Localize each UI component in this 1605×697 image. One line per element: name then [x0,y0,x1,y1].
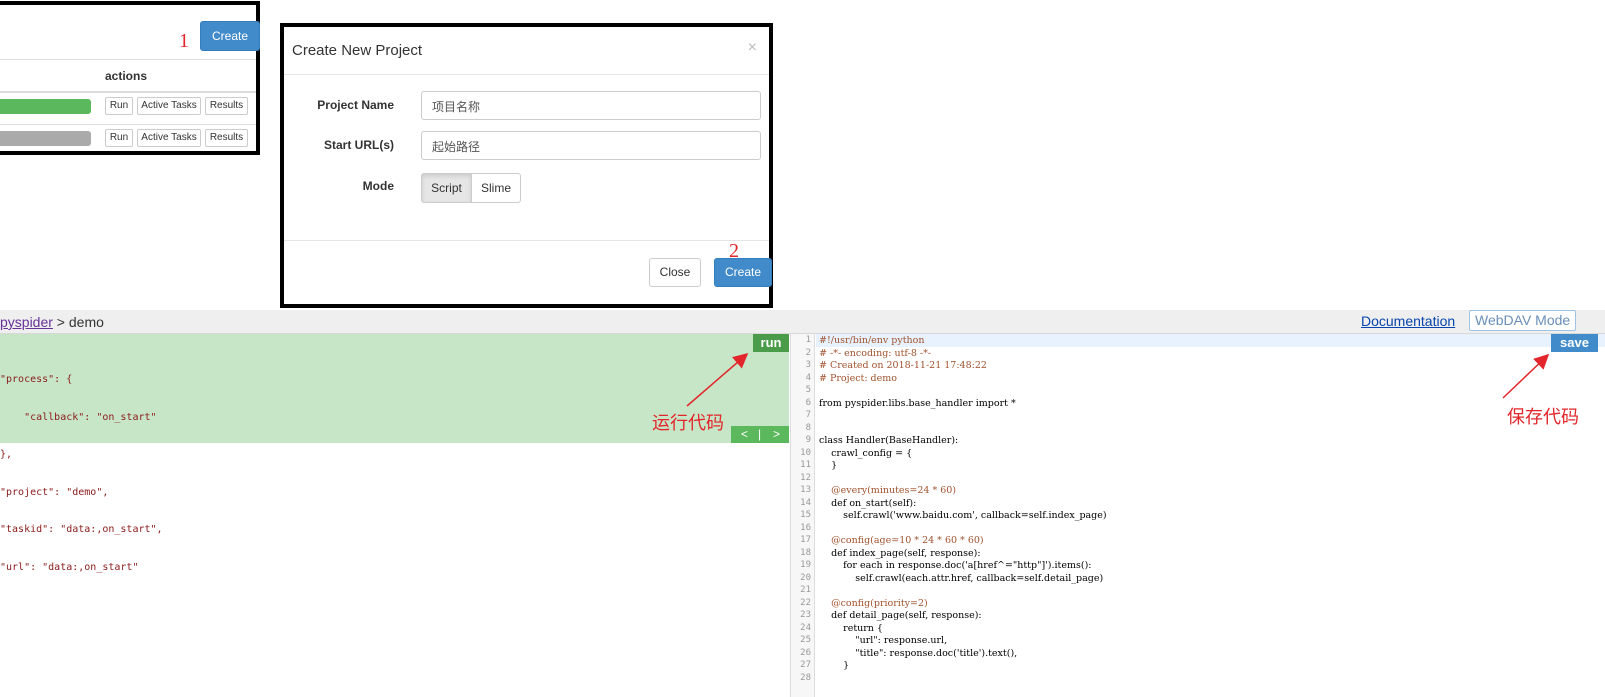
annotation-save-code: 保存代码 [1507,407,1579,427]
screenshot-canvas: Create actions Run Active Tasks Results … [0,0,1605,697]
annotation-run-code: 运行代码 [652,413,724,433]
run-arrow [686,353,749,407]
save-arrow [1502,353,1550,399]
annotation-arrows [686,353,1550,407]
